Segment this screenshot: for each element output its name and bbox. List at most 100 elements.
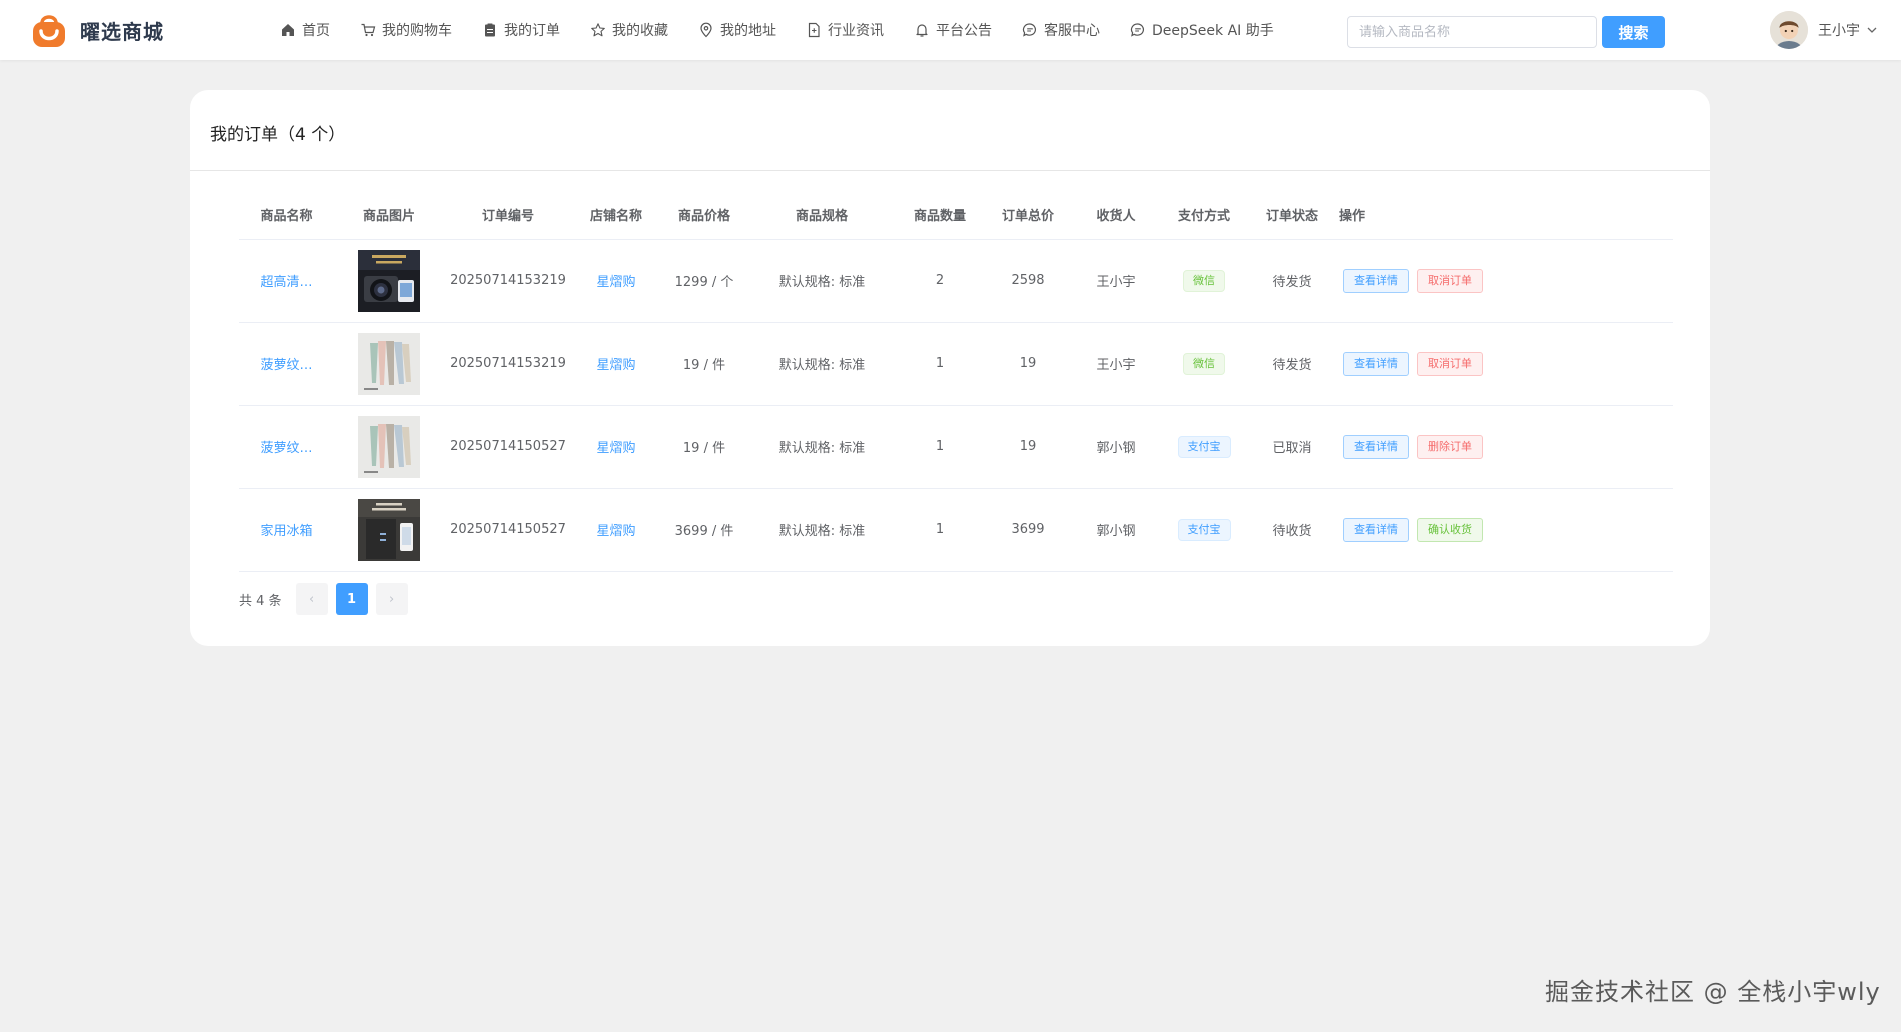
page-title: 我的订单（4 个） [210,125,346,145]
view-details-button[interactable]: 查看详情 [1343,268,1409,293]
prev-page-button[interactable]: ‹ [295,583,328,615]
clipboard-icon [485,23,495,37]
view-details-button[interactable]: 查看详情 [1343,434,1409,459]
cancel-order-button[interactable]: 取消订单 [1417,268,1483,293]
shop-link[interactable]: 星熠购 [596,524,635,539]
document-icon [808,22,820,38]
nav-label: 平台公告 [936,23,992,39]
avatar [1770,11,1808,49]
table-row: 超高清… 20250714153219 星熠购 1299 / 个 默认规格: 标… [239,239,1673,323]
order-status: 待收货 [1248,488,1336,572]
quantity: 2 [896,239,984,323]
pagination: 共 4 条 ‹ 1 › [239,583,416,615]
table-row: 菠萝纹… 20250714153219 星熠购 19 / 件 默认规格: 标准 … [239,322,1673,406]
nav-label: 首页 [302,23,330,39]
order-number: 20250714153219 [444,322,572,406]
order-number: 20250714150527 [444,488,572,572]
column-header: 商品数量 [896,191,984,240]
quantity: 1 [896,322,984,406]
nav-customer-service[interactable]: 客服中心 [1022,20,1100,40]
search-button[interactable]: 搜索 [1602,16,1665,48]
table-header-row: 商品名称 商品图片 订单编号 店铺名称 商品价格 商品规格 商品数量 订单总价 … [239,191,1673,240]
fridge-product-image[interactable] [358,498,420,561]
chevron-down-icon [1867,27,1877,33]
view-details-button[interactable]: 查看详情 [1343,351,1409,376]
delete-order-button[interactable]: 删除订单 [1417,434,1483,459]
shopping-bag-logo-icon [30,11,68,49]
shop-link[interactable]: 星熠购 [596,441,635,456]
product-spec: 默认规格: 标准 [748,322,896,406]
page-number-button[interactable]: 1 [335,583,368,615]
location-pin-icon [700,22,712,38]
chevron-left-icon: ‹ [308,591,315,607]
quantity: 1 [896,488,984,572]
user-menu[interactable]: 王小宇 [1770,11,1878,49]
table-row: 菠萝纹… 20250714150527 星熠购 19 / 件 默认规格: 标准 … [239,405,1673,489]
chevron-right-icon: › [388,591,395,607]
shop-link[interactable]: 星熠购 [596,358,635,373]
unit-price: 19 / 件 [660,405,748,489]
column-header: 商品规格 [748,191,896,240]
chat-bubble-icon [1130,23,1144,37]
towel-product-image[interactable] [358,332,420,395]
column-header: 订单状态 [1248,191,1336,240]
cart-icon [361,23,376,37]
user-name: 王小宇 [1818,23,1860,39]
order-number: 20250714153219 [444,239,572,323]
unit-price: 19 / 件 [660,322,748,406]
nav-home[interactable]: 首页 [280,20,330,40]
nav-cart[interactable]: 我的购物车 [360,20,452,40]
home-icon [282,24,294,36]
nav-news[interactable]: 行业资讯 [806,20,884,40]
column-header: 商品名称 [239,191,334,240]
column-header: 订单总价 [984,191,1072,240]
nav-ai-assistant[interactable]: DeepSeek AI 助手 [1130,20,1274,40]
column-header: 店铺名称 [572,191,660,240]
cancel-order-button[interactable]: 取消订单 [1417,351,1483,376]
app-name: 曜选商城 [80,19,164,44]
order-total: 19 [984,405,1072,489]
quantity: 1 [896,405,984,489]
product-name-link[interactable]: 菠萝纹… [260,441,312,456]
receiver: 王小宇 [1072,322,1160,406]
nav-label: 我的地址 [720,23,776,39]
unit-price: 1299 / 个 [660,239,748,323]
order-total: 19 [984,322,1072,406]
order-status: 待发货 [1248,322,1336,406]
nav-announcements[interactable]: 平台公告 [914,20,992,40]
product-name-link[interactable]: 家用冰箱 [260,524,312,539]
star-icon [591,23,605,37]
nav-address[interactable]: 我的地址 [698,20,776,40]
logo[interactable]: 曜选商城 [30,11,164,49]
payment-method-badge: 微信 [1183,352,1225,375]
payment-method-badge: 支付宝 [1177,435,1231,458]
orders-table: 商品名称 商品图片 订单编号 店铺名称 商品价格 商品规格 商品数量 订单总价 … [239,191,1673,572]
product-spec: 默认规格: 标准 [748,239,896,323]
column-header: 商品图片 [334,191,444,240]
product-name-link[interactable]: 超高清… [260,275,312,290]
order-status: 已取消 [1248,405,1336,489]
payment-method-badge: 微信 [1183,269,1225,292]
nav-orders[interactable]: 我的订单 [482,20,560,40]
product-name-link[interactable]: 菠萝纹… [260,358,312,373]
column-header: 商品价格 [660,191,748,240]
next-page-button[interactable]: › [375,583,408,615]
towel-product-image[interactable] [358,415,420,478]
order-number: 20250714150527 [444,405,572,489]
nav-favorites[interactable]: 我的收藏 [590,20,668,40]
table-row: 家用冰箱 20250714150527 星熠购 3699 / 件 默认规格: 标… [239,488,1673,572]
orders-card: 我的订单（4 个） 商品名称 商品图片 订单编号 店铺名称 商品价格 商品规格 … [190,90,1710,646]
shop-link[interactable]: 星熠购 [596,275,635,290]
product-spec: 默认规格: 标准 [748,405,896,489]
nav-label: 行业资讯 [828,23,884,39]
order-status: 待发货 [1248,239,1336,323]
confirm-receipt-button[interactable]: 确认收货 [1417,517,1483,542]
receiver: 郭小钢 [1072,488,1160,572]
nav-label: DeepSeek AI 助手 [1152,23,1274,39]
camera-product-image[interactable] [358,249,420,312]
view-details-button[interactable]: 查看详情 [1343,517,1409,542]
nav-label: 客服中心 [1044,23,1100,39]
column-header: 操作 [1336,191,1673,240]
product-spec: 默认规格: 标准 [748,488,896,572]
search-input[interactable] [1347,16,1597,48]
